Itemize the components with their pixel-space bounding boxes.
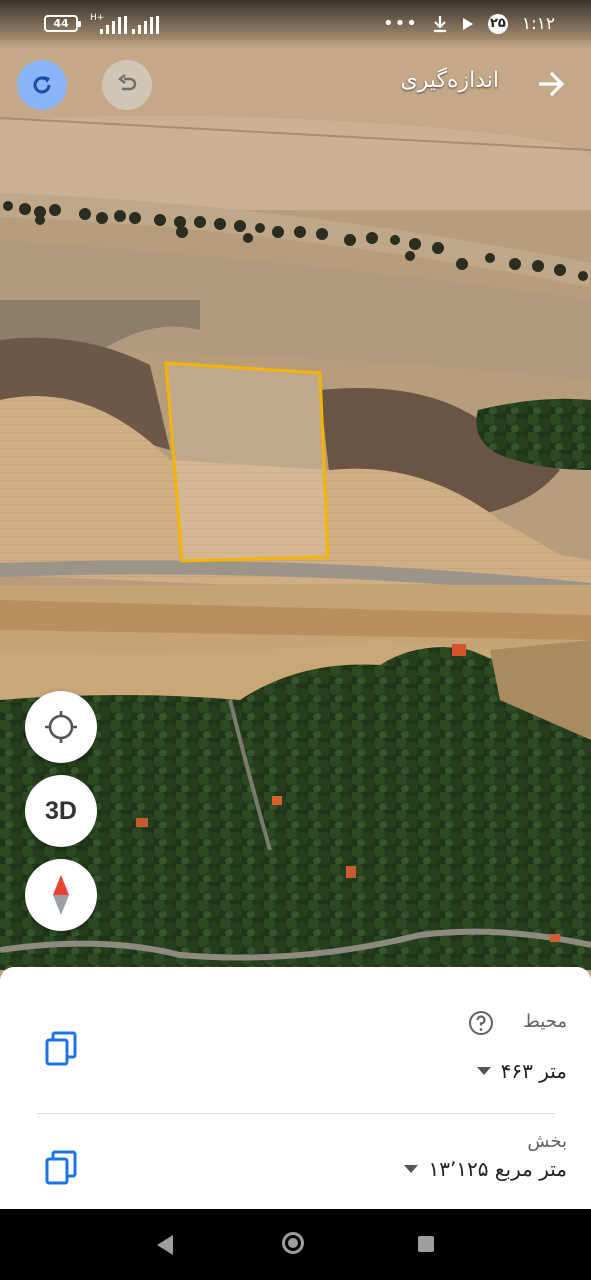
crosshair-icon — [45, 711, 77, 743]
status-right: ••• ۲۵ ۱:۱۲ — [383, 13, 555, 34]
measurement-sheet: محیط ۴۶۳ متر بخش ۱۳٬۱۲۵ متر مربع — [0, 967, 591, 1209]
copy-area-icon[interactable] — [44, 1150, 78, 1186]
perimeter-value[interactable]: ۴۶۳ متر — [476, 1059, 567, 1083]
compass-icon — [53, 875, 69, 915]
undo-button[interactable] — [102, 60, 152, 110]
area-value[interactable]: ۱۳٬۱۲۵ متر مربع — [404, 1157, 567, 1181]
play-icon — [462, 17, 473, 30]
signal-icon-2 — [132, 16, 160, 34]
clock: ۱:۱۲ — [521, 13, 555, 34]
notification-badge: ۲۵ — [487, 13, 508, 34]
compass-button[interactable] — [25, 859, 97, 931]
perimeter-value-text: ۴۶۳ متر — [500, 1059, 567, 1083]
signal-icon — [100, 16, 128, 34]
refresh-icon — [33, 76, 51, 94]
divider — [37, 1113, 555, 1114]
status-bar: 44 H+ ••• ۲۵ ۱:۱۲ — [0, 0, 591, 48]
area-value-text: ۱۳٬۱۲۵ متر مربع — [428, 1157, 567, 1181]
download-icon — [433, 15, 446, 32]
battery-icon: 44 — [44, 15, 81, 32]
measured-area-polygon — [164, 361, 330, 563]
copy-perimeter-icon[interactable] — [44, 1031, 78, 1067]
help-icon[interactable] — [468, 1010, 494, 1036]
nav-back-icon[interactable] — [157, 1235, 173, 1255]
caret-down-icon — [476, 1067, 491, 1075]
system-nav-bar — [0, 1209, 591, 1280]
perimeter-label: محیط — [523, 1011, 567, 1032]
caret-down-icon — [404, 1165, 419, 1173]
toggle-3d-button[interactable]: 3D — [25, 775, 97, 847]
my-location-button[interactable] — [25, 691, 97, 763]
refresh-button[interactable] — [17, 60, 67, 110]
nav-recents-icon[interactable] — [418, 1236, 434, 1252]
page-title: اندازه‌گیری — [400, 68, 499, 93]
more-dots-icon: ••• — [383, 13, 418, 34]
undo-icon — [118, 74, 137, 91]
nav-home-icon[interactable] — [282, 1232, 304, 1254]
back-arrow-icon[interactable] — [537, 68, 565, 100]
area-label: بخش — [527, 1131, 567, 1152]
battery-level: 44 — [53, 17, 69, 30]
